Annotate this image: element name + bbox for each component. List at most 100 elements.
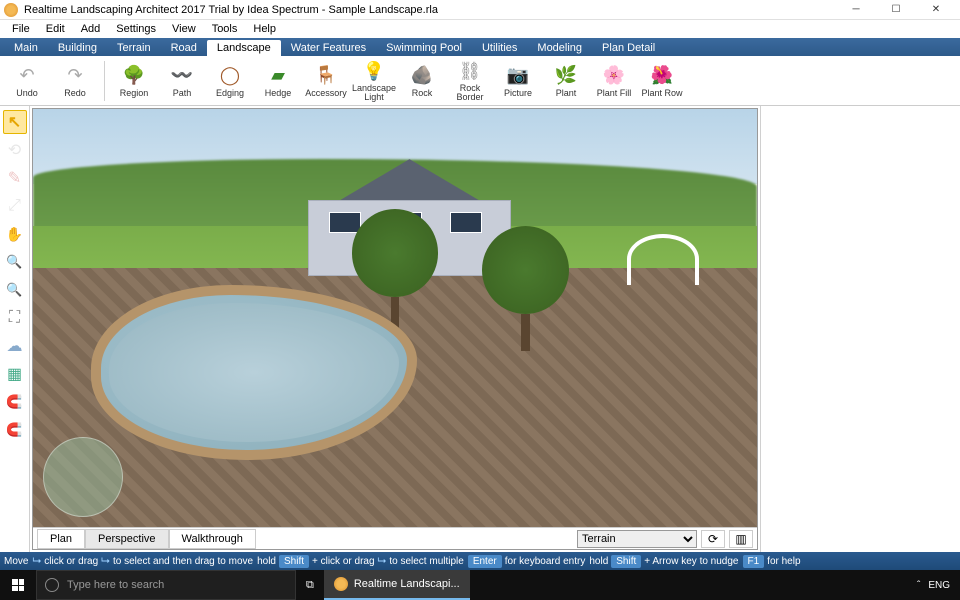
- tab-main[interactable]: Main: [4, 40, 48, 56]
- window-title: Realtime Landscaping Architect 2017 Tria…: [24, 4, 836, 16]
- accessory-icon: [314, 64, 338, 88]
- shift-key: Shift: [279, 555, 309, 568]
- category-tabs: Main Building Terrain Road Landscape Wat…: [0, 38, 960, 56]
- tab-road[interactable]: Road: [161, 40, 207, 56]
- picture-button[interactable]: Picture: [495, 58, 541, 104]
- toolbar-separator: [104, 61, 105, 101]
- maximize-button[interactable]: ☐: [876, 0, 916, 20]
- tab-utilities[interactable]: Utilities: [472, 40, 527, 56]
- close-button[interactable]: ✕: [916, 0, 956, 20]
- rock-border-icon: [458, 59, 482, 83]
- zoom-out-tool[interactable]: [3, 278, 27, 302]
- taskbar-app[interactable]: Realtime Landscapi...: [324, 570, 470, 600]
- plant-row-icon: [650, 64, 674, 88]
- windows-taskbar: Type here to search ⧉ Realtime Landscapi…: [0, 570, 960, 600]
- f1-key: F1: [743, 555, 765, 568]
- region-icon: [122, 64, 146, 88]
- house-window: [450, 212, 482, 233]
- menu-tools[interactable]: Tools: [204, 21, 246, 37]
- rock-icon: [410, 64, 434, 88]
- view-options-button[interactable]: ▥: [729, 530, 753, 548]
- snap-tool-2[interactable]: [3, 418, 27, 442]
- layer-select[interactable]: Terrain: [577, 530, 697, 548]
- picture-icon: [506, 64, 530, 88]
- tab-modeling[interactable]: Modeling: [527, 40, 592, 56]
- undo-icon: [15, 64, 39, 88]
- tab-swimming-pool[interactable]: Swimming Pool: [376, 40, 472, 56]
- tab-plan-detail[interactable]: Plan Detail: [592, 40, 665, 56]
- minimize-button[interactable]: ─: [836, 0, 876, 20]
- edit-points-tool[interactable]: [3, 166, 27, 190]
- main-area: Plan Perspective Walkthrough Terrain ⟳ ▥: [0, 106, 960, 552]
- menu-edit[interactable]: Edit: [38, 21, 73, 37]
- light-icon: [362, 59, 386, 83]
- menu-add[interactable]: Add: [73, 21, 109, 37]
- grid-tool[interactable]: [3, 362, 27, 386]
- viewport-container: Plan Perspective Walkthrough Terrain ⟳ ▥: [32, 108, 758, 550]
- tab-building[interactable]: Building: [48, 40, 107, 56]
- toolbar: Undo Redo Region Path Edging Hedge Acces…: [0, 56, 960, 106]
- app-icon: [4, 3, 18, 17]
- hedge-icon: [266, 64, 290, 88]
- task-view-button[interactable]: ⧉: [296, 570, 324, 600]
- tray-chevron-icon: ˆ: [917, 580, 920, 591]
- title-bar: Realtime Landscaping Architect 2017 Tria…: [0, 0, 960, 20]
- view-tab-perspective[interactable]: Perspective: [85, 529, 168, 549]
- plant-button[interactable]: Plant: [543, 58, 589, 104]
- windows-icon: [12, 579, 24, 591]
- menu-file[interactable]: File: [4, 21, 38, 37]
- mouse-icon: ⮡: [101, 555, 110, 568]
- tab-water-features[interactable]: Water Features: [281, 40, 376, 56]
- snap-tool[interactable]: [3, 390, 27, 414]
- mouse-icon: ⮡: [378, 555, 387, 568]
- environment-tool[interactable]: [3, 334, 27, 358]
- region-button[interactable]: Region: [111, 58, 157, 104]
- path-icon: [170, 64, 194, 88]
- search-icon: [45, 578, 59, 592]
- 3d-viewport[interactable]: [33, 109, 757, 527]
- zoom-tool[interactable]: [3, 250, 27, 274]
- rock-border-button[interactable]: Rock Border: [447, 58, 493, 104]
- status-mode: Move: [4, 556, 28, 567]
- landscape-light-button[interactable]: Landscape Light: [351, 58, 397, 104]
- start-button[interactable]: [0, 570, 36, 600]
- rotate-tool[interactable]: [3, 138, 27, 162]
- left-toolbar: [0, 106, 30, 552]
- select-tool[interactable]: [3, 110, 27, 134]
- redo-icon: [63, 64, 87, 88]
- tab-landscape[interactable]: Landscape: [207, 40, 281, 56]
- system-tray[interactable]: ˆ ENG: [907, 580, 960, 591]
- view-tab-plan[interactable]: Plan: [37, 529, 85, 549]
- plant-row-button[interactable]: Plant Row: [639, 58, 685, 104]
- edging-button[interactable]: Edging: [207, 58, 253, 104]
- scene-tree: [482, 226, 569, 351]
- refresh-view-button[interactable]: ⟳: [701, 530, 725, 548]
- viewport-bottom-bar: Plan Perspective Walkthrough Terrain ⟳ ▥: [33, 527, 757, 549]
- redo-button[interactable]: Redo: [52, 58, 98, 104]
- scale-tool[interactable]: [3, 194, 27, 218]
- rock-button[interactable]: Rock: [399, 58, 445, 104]
- enter-key: Enter: [468, 555, 502, 568]
- pan-tool[interactable]: [3, 222, 27, 246]
- hedge-button[interactable]: Hedge: [255, 58, 301, 104]
- language-indicator: ENG: [928, 580, 950, 591]
- plant-fill-button[interactable]: Plant Fill: [591, 58, 637, 104]
- status-bar: Move ⮡click or drag⮡to select and then d…: [0, 552, 960, 570]
- menu-view[interactable]: View: [164, 21, 204, 37]
- menu-settings[interactable]: Settings: [108, 21, 164, 37]
- shift-key: Shift: [611, 555, 641, 568]
- view-tab-walkthrough[interactable]: Walkthrough: [169, 529, 256, 549]
- undo-button[interactable]: Undo: [4, 58, 50, 104]
- accessory-button[interactable]: Accessory: [303, 58, 349, 104]
- edging-icon: [218, 64, 242, 88]
- path-button[interactable]: Path: [159, 58, 205, 104]
- navigation-widget[interactable]: [43, 437, 123, 517]
- plant-fill-icon: [602, 64, 626, 88]
- properties-panel: [760, 106, 960, 552]
- app-icon: [334, 577, 348, 591]
- tab-terrain[interactable]: Terrain: [107, 40, 161, 56]
- mouse-icon: ⮡: [32, 555, 41, 568]
- zoom-extents-tool[interactable]: [3, 306, 27, 330]
- menu-help[interactable]: Help: [245, 21, 284, 37]
- taskbar-search[interactable]: Type here to search: [36, 570, 296, 600]
